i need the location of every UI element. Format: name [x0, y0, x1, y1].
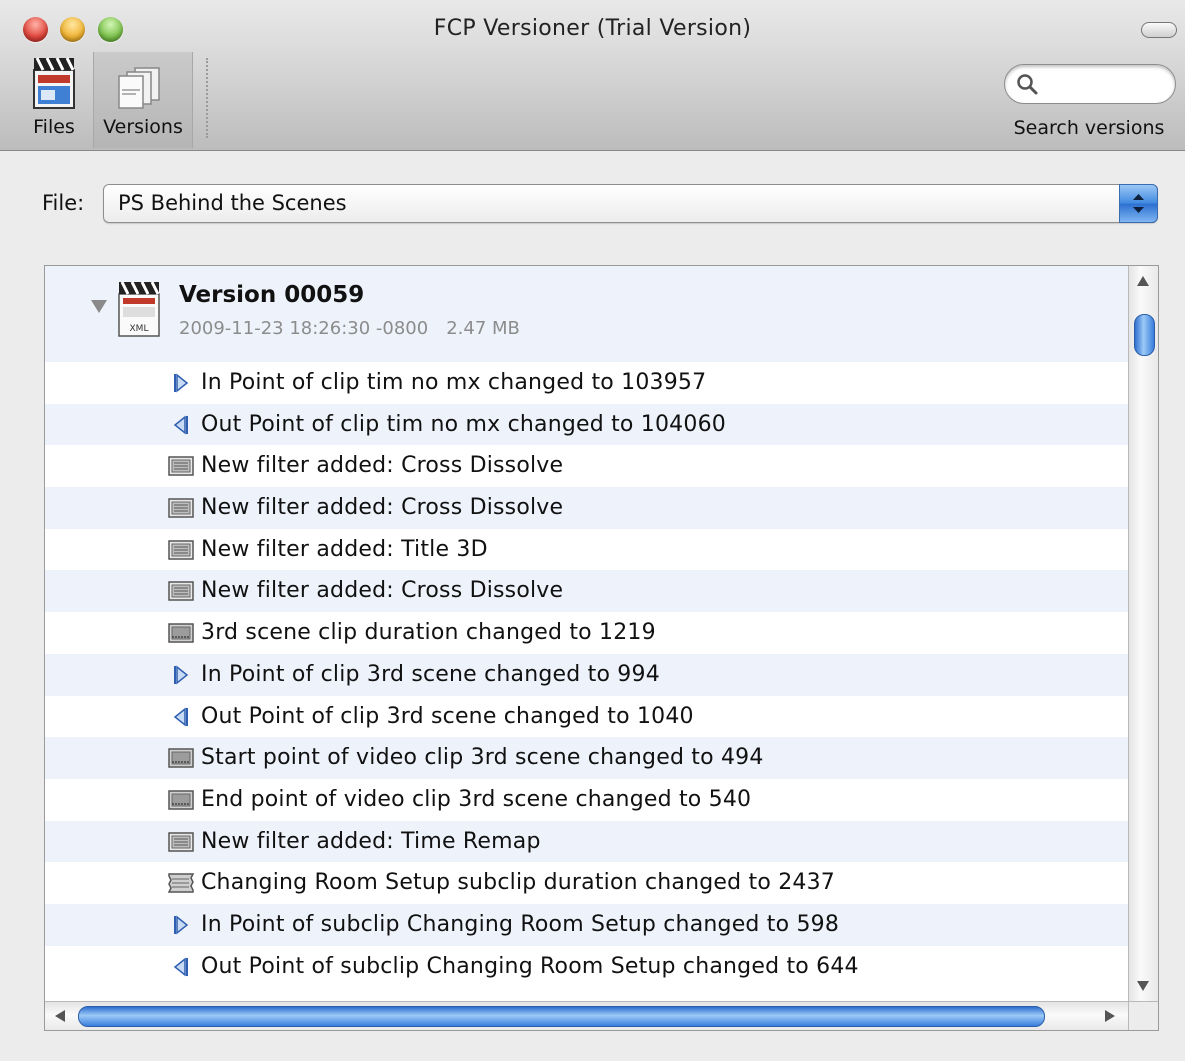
in-point-icon: [167, 663, 195, 687]
scroll-down-arrow-icon[interactable]: [1137, 981, 1149, 991]
change-text: In Point of clip tim no mx changed to 10…: [201, 370, 707, 395]
filter-icon: [167, 538, 195, 562]
change-text: New filter added: Time Remap: [201, 828, 541, 854]
xml-icon-label: XML: [130, 324, 149, 334]
vertical-scroll-thumb[interactable]: [1134, 314, 1155, 356]
change-text: End point of video clip 3rd scene change…: [201, 786, 752, 812]
version-date: 2009-11-23 18:26:30 -0800: [179, 318, 429, 339]
app-window: FCP Versioner (Trial Version) Files Vers…: [0, 0, 1185, 1061]
search-input[interactable]: [1049, 70, 1168, 98]
change-text: New filter added: Cross Dissolve: [201, 453, 564, 479]
change-list: In Point of clip tim no mx changed to 10…: [45, 362, 1128, 987]
change-row[interactable]: Out Point of clip 3rd scene changed to 1…: [45, 696, 1128, 738]
change-text: New filter added: Cross Dissolve: [201, 578, 564, 604]
version-meta: 2009-11-23 18:26:30 -0800 2.47 MB: [179, 318, 538, 339]
popup-arrows-icon[interactable]: [1119, 184, 1158, 223]
filter-icon: [167, 830, 195, 854]
toolbar-toggle-button[interactable]: [1141, 22, 1177, 38]
change-text: In Point of subclip Changing Room Setup …: [201, 911, 840, 937]
change-row[interactable]: Changing Room Setup subclip duration cha…: [45, 862, 1128, 904]
filter-icon: [167, 496, 195, 520]
change-text: New filter added: Title 3D: [201, 536, 488, 562]
file-label: File:: [42, 191, 85, 215]
change-text: Out Point of clip tim no mx changed to 1…: [201, 411, 726, 437]
version-row[interactable]: XML Version 00059 2009-11-23 18:26:30 -0…: [45, 266, 1128, 362]
version-size: 2.47 MB: [446, 318, 520, 339]
out-point-icon: [167, 955, 195, 979]
clapperboard-icon: [33, 57, 75, 109]
change-text: New filter added: Cross Dissolve: [201, 495, 564, 521]
versions-toolbar-button[interactable]: Versions: [93, 52, 193, 148]
subclip-icon: [167, 871, 195, 895]
in-point-icon: [167, 371, 195, 395]
change-row[interactable]: New filter added: Title 3D: [45, 529, 1128, 571]
change-row[interactable]: Out Point of clip tim no mx changed to 1…: [45, 403, 1128, 446]
change-text: 3rd scene clip duration changed to 1219: [201, 620, 656, 646]
search-icon: [1017, 74, 1038, 95]
window-title: FCP Versioner (Trial Version): [433, 16, 752, 41]
change-row[interactable]: In Point of clip 3rd scene changed to 99…: [45, 653, 1128, 696]
versions-icon: [118, 67, 160, 109]
out-point-icon: [167, 705, 195, 729]
change-row[interactable]: New filter added: Time Remap: [45, 820, 1128, 863]
vertical-scrollbar[interactable]: [1128, 266, 1158, 1001]
version-name: Version 00059: [179, 282, 365, 308]
change-row[interactable]: New filter added: Cross Dissolve: [45, 487, 1128, 529]
change-row[interactable]: In Point of clip tim no mx changed to 10…: [45, 362, 1128, 404]
scroll-corner: [1128, 1001, 1158, 1030]
toolbar-separator: [206, 58, 209, 138]
change-row[interactable]: Start point of video clip 3rd scene chan…: [45, 737, 1128, 779]
change-text: Changing Room Setup subclip duration cha…: [201, 870, 835, 896]
out-point-icon: [167, 413, 195, 437]
partial-row: [45, 988, 1128, 1001]
horizontal-scroll-thumb[interactable]: [78, 1006, 1045, 1027]
change-row[interactable]: Out Point of subclip Changing Room Setup…: [45, 946, 1128, 988]
filter-icon: [167, 579, 195, 603]
scroll-up-arrow-icon[interactable]: [1137, 276, 1149, 286]
change-row[interactable]: 3rd scene clip duration changed to 1219: [45, 612, 1128, 654]
change-row[interactable]: New filter added: Cross Dissolve: [45, 570, 1128, 613]
versions-outline-view: XML Version 00059 2009-11-23 18:26:30 -0…: [44, 265, 1159, 1031]
change-row[interactable]: In Point of subclip Changing Room Setup …: [45, 903, 1128, 946]
change-row[interactable]: New filter added: Cross Dissolve: [45, 445, 1128, 487]
filter-icon: [167, 454, 195, 478]
title-toolbar: FCP Versioner (Trial Version) Files Vers…: [0, 0, 1185, 151]
change-text: Out Point of subclip Changing Room Setup…: [201, 953, 859, 979]
outline-content: XML Version 00059 2009-11-23 18:26:30 -0…: [45, 266, 1128, 1001]
search-label: Search versions: [1013, 117, 1165, 139]
horizontal-scrollbar[interactable]: [45, 1001, 1128, 1030]
change-text: Out Point of clip 3rd scene changed to 1…: [201, 703, 694, 729]
file-popup-button[interactable]: PS Behind the Scenes: [103, 184, 1158, 223]
search-field[interactable]: [1004, 64, 1176, 104]
file-selected-value: PS Behind the Scenes: [118, 191, 347, 215]
change-row[interactable]: End point of video clip 3rd scene change…: [45, 779, 1128, 821]
disclosure-triangle-icon[interactable]: [91, 300, 107, 313]
versions-label: Versions: [103, 116, 183, 138]
change-text: In Point of clip 3rd scene changed to 99…: [201, 661, 660, 687]
clip-icon: [167, 621, 195, 645]
scroll-left-arrow-icon[interactable]: [55, 1010, 65, 1022]
xml-file-icon: XML: [118, 281, 160, 337]
clip-icon: [167, 788, 195, 812]
clip-icon: [167, 746, 195, 770]
up-down-arrows-icon: [1133, 194, 1144, 213]
in-point-icon: [167, 913, 195, 937]
scroll-right-arrow-icon[interactable]: [1105, 1010, 1115, 1022]
change-text: Start point of video clip 3rd scene chan…: [201, 745, 764, 771]
files-label: Files: [33, 116, 75, 138]
